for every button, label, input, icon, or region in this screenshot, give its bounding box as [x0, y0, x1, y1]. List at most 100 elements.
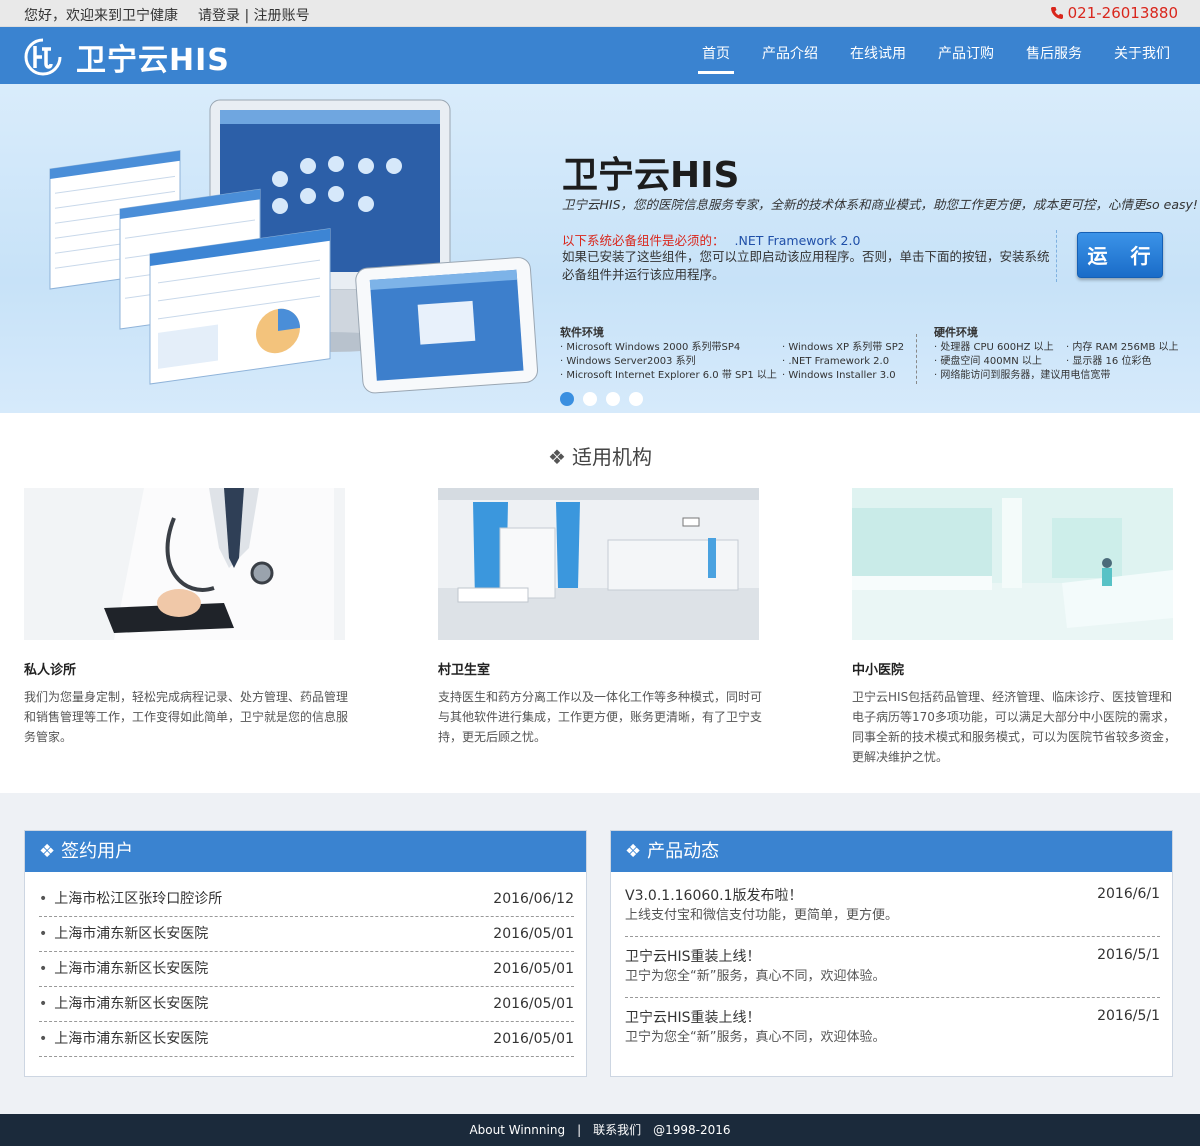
news-summary: 上线支付宝和微信支付功能，更简单，更方便。 [625, 908, 899, 923]
signed-users-panel: ❖签约用户 上海市松江区张玲口腔诊所 2016/06/12 上海市浦东新区长安医院… [24, 830, 587, 1077]
banner-divider [1056, 230, 1057, 282]
carousel-dot[interactable] [629, 392, 643, 406]
carousel-dot[interactable] [583, 392, 597, 406]
logo-text: 卫宁云HIS [76, 43, 230, 78]
hardware-env-item: · 显示器 16 位彩色 [1066, 356, 1152, 367]
news-date: 2016/6/1 [1097, 886, 1160, 902]
phone-number: 021-26013880 [1067, 4, 1178, 22]
login-divider: | [244, 8, 250, 24]
site-footer: About Winnning | 联系我们 @1998-2016 [0, 1114, 1200, 1146]
institutions-heading: ❖ 适用机构 [0, 441, 1200, 470]
signed-user-date: 2016/05/01 [493, 996, 574, 1012]
hardware-env-col2: · 内存 RAM 256MB 以上 · 显示器 16 位彩色 [1066, 341, 1178, 369]
product-screens-illustration [49, 99, 538, 394]
run-button[interactable]: 运 行 [1077, 232, 1163, 278]
signed-user-date: 2016/06/12 [493, 891, 574, 907]
institution-desc: 卫宁云HIS包括药品管理、经济管理、临床诊疗、医技管理和电子病历等170多项功能… [852, 690, 1177, 764]
software-env-col2: · Windows XP 系列带 SP2 · .NET Framework 2.… [782, 341, 904, 383]
news-date: 2016/5/1 [1097, 1008, 1160, 1024]
login-link[interactable]: 请登录 [198, 8, 240, 24]
footer-copyright: @1998-2016 [653, 1123, 731, 1137]
signed-user-date: 2016/05/01 [493, 926, 574, 942]
carousel-dot[interactable] [606, 392, 620, 406]
nav-online-trial[interactable]: 在线试用 [834, 27, 922, 84]
register-link[interactable]: 注册账号 [254, 8, 310, 24]
nav-after-sales[interactable]: 售后服务 [1010, 27, 1098, 84]
software-env-item: · Windows XP 系列带 SP2 [782, 342, 905, 353]
carousel-dots [560, 392, 643, 406]
software-env-item: · Windows Server2003 系列 [560, 356, 696, 367]
banner-title: 卫宁云HIS [562, 155, 740, 196]
product-news-header: ❖ 产品动态 [611, 831, 1172, 872]
institution-card-village: 村卫生室 支持医生和药方分离工作以及一体化工作等多种模式，同时可与其他软件进行集… [438, 488, 778, 747]
site-logo[interactable]: 卫宁云HIS [22, 35, 230, 79]
institution-name: 中小医院 [852, 663, 905, 678]
software-env: 软件环境 · Microsoft Windows 2000 系列带SP4 · W… [560, 326, 777, 383]
hardware-env-title: 硬件环境 [934, 326, 978, 339]
hardware-env-item: · 网络能访问到服务器，建议用电信宽带 [934, 370, 1111, 381]
nav-product-order[interactable]: 产品订购 [922, 27, 1010, 84]
main-nav: 首页 产品介绍 在线试用 产品订购 售后服务 关于我们 [686, 27, 1186, 84]
institution-desc: 我们为您量身定制，轻松完成病程记录、处方管理、药品管理和销售管理等工作，工作变得… [24, 690, 349, 744]
signed-user-date: 2016/05/01 [493, 961, 574, 977]
institutions-title: 适用机构 [571, 445, 652, 469]
software-env-item: · Microsoft Windows 2000 系列带SP4 [560, 342, 741, 353]
diamond-icon: ❖ [39, 841, 56, 862]
banner-subtitle: 卫宁云HIS，您的医院信息服务专家，全新的技术体系和商业模式，助您工作更方便，成… [562, 197, 1198, 212]
institution-card-clinic: 私人诊所 我们为您量身定制，轻松完成病程记录、处方管理、药品管理和销售管理等工作… [24, 488, 364, 747]
news-title: 卫宁云HIS重装上线！ [625, 949, 761, 965]
news-title: 卫宁云HIS重装上线！ [625, 1010, 761, 1026]
signed-user-name: 上海市浦东新区长安医院 [39, 1022, 208, 1056]
signed-users-header: ❖ 签约用户 [25, 831, 586, 872]
banner-description: 如果已安装了这些组件，您可以立即启动该应用程序。否则，单击下面的按钮，安装系统必… [562, 249, 1050, 282]
list-item[interactable]: 上海市松江区张玲口腔诊所 2016/06/12 [39, 882, 574, 917]
software-env-item: · Microsoft Internet Explorer 6.0 带 SP1 … [560, 370, 777, 381]
software-env-item: · Windows Installer 3.0 [782, 370, 896, 381]
diamond-icon: ❖ [548, 445, 566, 469]
top-bar: 您好，欢迎来到卫宁健康 请登录 | 注册账号 021-26013880 [0, 0, 1200, 27]
institution-name: 私人诊所 [24, 663, 77, 678]
list-item[interactable]: 上海市浦东新区长安医院 2016/05/01 [39, 1022, 574, 1057]
news-item[interactable]: 卫宁云HIS重装上线！ 卫宁为您全“新”服务，真心不同，欢迎体验。 2016/5… [625, 947, 1160, 998]
signed-user-name: 上海市松江区张玲口腔诊所 [39, 882, 222, 916]
product-news-panel: ❖ 产品动态 V3.0.1.16060.1版发布啦！ 上线支付宝和微信支付功能，更… [610, 830, 1173, 1077]
hero-banner: 卫宁云HIS 卫宁云HIS，您的医院信息服务专家，全新的技术体系和商业模式，助您… [0, 84, 1200, 413]
news-date: 2016/5/1 [1097, 947, 1160, 963]
signed-user-date: 2016/05/01 [493, 1031, 574, 1047]
list-item[interactable]: 上海市浦东新区长安医院 2016/05/01 [39, 987, 574, 1022]
nav-about-us[interactable]: 关于我们 [1098, 27, 1186, 84]
welcome-text: 您好，欢迎来到卫宁健康 [24, 8, 178, 24]
news-summary: 卫宁为您全“新”服务，真心不同，欢迎体验。 [625, 1030, 886, 1045]
software-env-item: · .NET Framework 2.0 [782, 356, 890, 367]
news-item[interactable]: V3.0.1.16060.1版发布啦！ 上线支付宝和微信支付功能，更简单，更方便… [625, 886, 1160, 937]
required-component[interactable]: .NET Framework 2.0 [735, 233, 861, 248]
signed-users-title: 签约用户 [61, 841, 134, 862]
phone-contact: 021-26013880 [1050, 4, 1178, 22]
nav-product-intro[interactable]: 产品介绍 [746, 27, 834, 84]
signed-users-list: 上海市松江区张玲口腔诊所 2016/06/12 上海市浦东新区长安医院 2016/0… [25, 872, 586, 1057]
news-title: V3.0.1.16060.1版发布啦！ [625, 888, 803, 904]
footer-contact-link[interactable]: 联系我们 [593, 1123, 641, 1137]
product-news-list: V3.0.1.16060.1版发布啦！ 上线支付宝和微信支付功能，更简单，更方便… [611, 872, 1172, 1058]
clinic-room-photo [438, 488, 759, 640]
list-item[interactable]: 上海市浦东新区长安医院 2016/05/01 [39, 917, 574, 952]
signed-user-name: 上海市浦东新区长安医院 [39, 987, 208, 1021]
nav-home[interactable]: 首页 [686, 27, 746, 84]
phone-icon [1050, 7, 1063, 19]
main-header: 卫宁云HIS 首页 产品介绍 在线试用 产品订购 售后服务 关于我们 [0, 27, 1200, 84]
required-components: 以下系统必备组件是必须的： .NET Framework 2.0 [562, 230, 860, 249]
software-env-title: 软件环境 [560, 326, 604, 339]
env-divider [916, 334, 917, 384]
list-item[interactable]: 上海市浦东新区长安医院 2016/05/01 [39, 952, 574, 987]
login-links: 请登录 | 注册账号 [198, 5, 310, 25]
news-summary: 卫宁为您全“新”服务，真心不同，欢迎体验。 [625, 969, 886, 984]
news-item[interactable]: 卫宁云HIS重装上线！ 卫宁为您全“新”服务，真心不同，欢迎体验。 2016/5… [625, 1008, 1160, 1058]
hardware-env-item: · 内存 RAM 256MB 以上 [1066, 342, 1179, 353]
product-news-title: 产品动态 [647, 841, 720, 862]
required-label: 以下系统必备组件是必须的： [562, 233, 725, 248]
carousel-dot-active[interactable] [560, 392, 574, 406]
institution-card-hospital: 中小医院 卫宁云HIS包括药品管理、经济管理、临床诊疗、医技管理和电子病历等17… [852, 488, 1192, 767]
doctor-photo [24, 488, 345, 640]
footer-about-link[interactable]: About Winnning [469, 1123, 565, 1137]
signed-user-name: 上海市浦东新区长安医院 [39, 917, 208, 951]
